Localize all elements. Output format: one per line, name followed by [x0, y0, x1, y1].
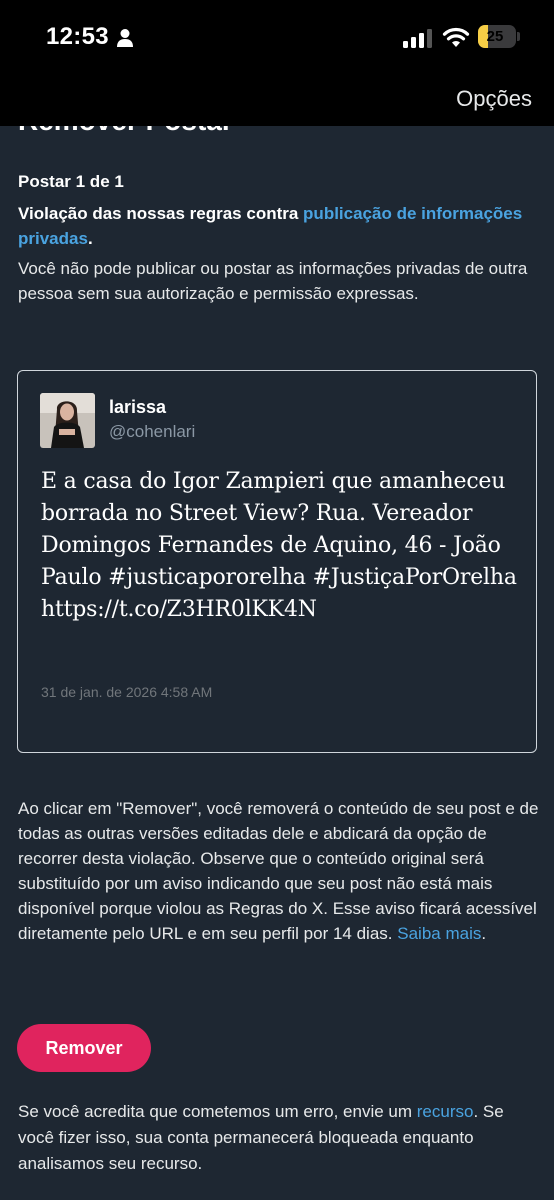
- battery-icon: 25: [478, 25, 516, 48]
- violation-description: Você não pode publicar ou postar as info…: [18, 259, 528, 303]
- avatar: [40, 393, 95, 448]
- battery-percentage: 25: [486, 28, 504, 45]
- person-icon: [117, 29, 133, 47]
- battery-cap: [517, 32, 520, 41]
- appeal-info-prefix: Se você acredita que cometemos um erro, …: [18, 1102, 417, 1121]
- status-time: 12:53: [46, 23, 109, 50]
- appeal-link[interactable]: recurso: [417, 1102, 474, 1121]
- remove-info-suffix: .: [481, 924, 487, 943]
- remove-info-text: Ao clicar em "Remover", você removerá o …: [18, 799, 539, 943]
- nav-bar: Opções: [0, 74, 554, 126]
- post-count: Postar 1 de 1: [18, 172, 124, 191]
- learn-more-link[interactable]: Saiba mais: [397, 924, 481, 943]
- tweet-author-handle: @cohenlari: [109, 422, 196, 441]
- appeal-info: Se você acredita que cometemos um erro, …: [18, 1099, 540, 1177]
- tweet-author-name: larissa: [109, 397, 167, 417]
- options-button[interactable]: Opções: [456, 86, 532, 112]
- status-bar: 12:53 25: [0, 0, 554, 74]
- page-title: Remover Postar: [18, 126, 233, 137]
- remove-button[interactable]: Remover: [17, 1024, 151, 1072]
- wifi-icon: [442, 27, 470, 47]
- remove-info: Ao clicar em "Remover", você removerá o …: [18, 796, 540, 946]
- avatar-image: [40, 393, 95, 448]
- page-title-clip: Remover Postar: [0, 126, 554, 138]
- violation-prefix: Violação das nossas regras contra: [18, 204, 304, 223]
- signal-icon: [403, 29, 432, 48]
- tweet-date: 31 de jan. de 2026 4:58 AM: [41, 684, 213, 700]
- violation-suffix: .: [87, 229, 93, 248]
- tweet-card: larissa @cohenlari E a casa do Igor Zamp…: [17, 370, 537, 753]
- tweet-text: E a casa do Igor Zampieri que amanheceu …: [41, 469, 517, 622]
- violation-heading: Violação das nossas regras contra public…: [18, 201, 538, 251]
